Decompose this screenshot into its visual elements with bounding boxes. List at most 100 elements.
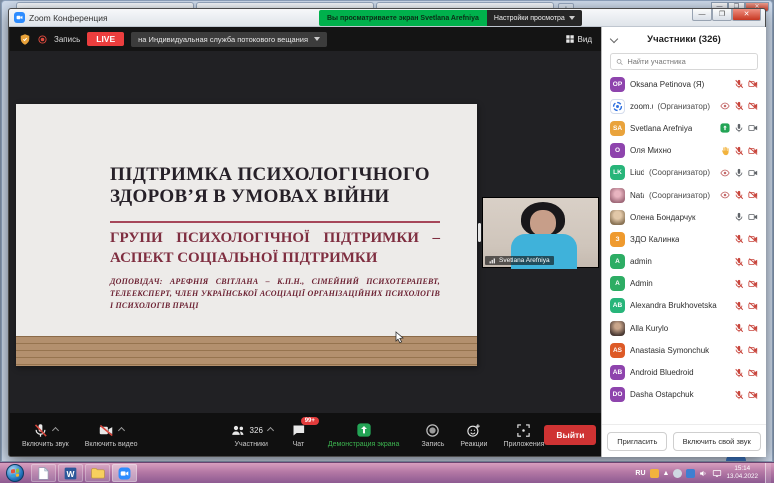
participant-status-icons — [734, 345, 758, 355]
participant-list: OP Oksana Petinova (Я) zoom.umo... (Организ… — [602, 73, 766, 424]
participant-video-tile[interactable]: Svetlana Arefniya — [478, 197, 599, 269]
participant-row[interactable]: AB Android Bluedroid — [602, 361, 766, 383]
participant-avatar: AB — [610, 365, 625, 381]
camera-on-icon — [748, 169, 758, 176]
language-indicator[interactable]: RU — [635, 470, 645, 477]
windows-flag-icon — [11, 468, 19, 478]
participant-row[interactable]: З ЗДО Калинка — [602, 228, 766, 250]
tray-network-icon[interactable] — [686, 468, 696, 478]
mic-muted-icon — [735, 301, 744, 311]
reactions-button[interactable]: Реакции — [460, 422, 487, 448]
unmute-self-button[interactable]: Включить свой звук — [672, 431, 761, 451]
tray-volume-icon[interactable] — [699, 469, 708, 478]
view-label: Вид — [577, 34, 592, 44]
start-button[interactable] — [6, 464, 24, 482]
participant-row[interactable]: DO Dasha Ostapchuk — [602, 384, 766, 406]
chat-button[interactable]: 99+ Чат — [291, 416, 319, 448]
chevron-down-icon — [314, 37, 321, 41]
panel-title: Участники (326) — [647, 34, 721, 45]
taskbar-item-document[interactable] — [31, 464, 56, 482]
participant-name: Natalia P... — [630, 190, 644, 200]
maximize-button[interactable]: ❐ — [712, 9, 732, 21]
leave-button[interactable]: Выйти — [544, 424, 597, 445]
mic-muted-icon — [735, 146, 744, 155]
view-settings-button[interactable]: Настройки просмотра — [486, 10, 582, 26]
participant-row[interactable]: O Оля Михно — [602, 140, 766, 162]
mic-muted-icon — [735, 279, 744, 288]
chat-label: Чат — [292, 440, 305, 448]
camera-off-icon — [748, 102, 758, 110]
video-name-label: Svetlana Arefniya — [485, 256, 554, 265]
camera-off-icon — [748, 146, 758, 155]
zoom-app-icon — [14, 12, 25, 23]
zoom-taskbar-icon — [118, 467, 131, 479]
camera-off-icon — [748, 302, 758, 310]
chevron-up-icon[interactable] — [118, 426, 126, 434]
mic-on-icon — [735, 124, 743, 133]
mic-muted-icon — [735, 79, 744, 89]
tray-hidden-icons-caret[interactable]: ▲ — [663, 470, 670, 477]
tray-clock[interactable]: 15:14 13.04.2022 — [726, 465, 758, 481]
participant-row[interactable]: zoom.umo... (Организатор) — [602, 95, 766, 117]
taskbar-item-zoom[interactable] — [112, 464, 137, 482]
participant-row[interactable]: Aadmin — [602, 251, 766, 273]
tray-display-icon[interactable] — [712, 469, 722, 478]
chevron-up-icon[interactable] — [51, 426, 59, 434]
participant-status-icons — [720, 123, 758, 134]
participant-name: Alla Kurylo — [630, 323, 669, 333]
close-button[interactable]: ✕ — [732, 9, 761, 21]
camera-off-icon — [748, 280, 758, 288]
invite-button[interactable]: Пригласить — [607, 431, 668, 451]
participant-avatar: OP — [610, 76, 625, 92]
show-desktop-button[interactable] — [765, 462, 771, 483]
participant-row[interactable]: AB Alexandra Brukhovetska — [602, 295, 766, 317]
taskbar-item-folder[interactable] — [85, 464, 110, 482]
participant-row[interactable]: Олена Бондарчук — [602, 206, 766, 228]
chat-unread-badge: 99+ — [300, 416, 319, 425]
participant-name: Олена Бондарчук — [630, 212, 696, 222]
participant-name: Alexandra Brukhovetska — [630, 301, 717, 311]
participant-name: Оля Михно — [630, 146, 672, 156]
participant-row[interactable]: Natalia P... (Соорганизатор) — [602, 184, 766, 206]
slide-subtitle: ГРУПИ ПСИХОЛОГІЧНОЇ ПІДТРИМКИ – АСПЕКТ С… — [110, 229, 440, 269]
stream-dropdown[interactable]: на Индивидуальная служба потокового веща… — [131, 31, 328, 47]
video-drag-handle[interactable] — [478, 223, 481, 242]
participant-name: Svetlana Arefniya — [630, 123, 693, 133]
slide-title: ПІДТРИМКА ПСИХОЛОГІЧНОГО ЗДОРОВ’Я В УМОВ… — [110, 164, 430, 208]
participant-row[interactable]: Alla Kurylo — [602, 317, 766, 339]
mic-on-icon — [735, 168, 743, 178]
share-banner: Вы просматриваете экран Svetlana Arefniy… — [319, 10, 487, 26]
participant-row[interactable]: AS Anastasia Symonchuk — [602, 339, 766, 361]
share-screen-button[interactable]: Демонстрация экрана — [328, 422, 399, 448]
taskbar-item-word[interactable]: W — [58, 464, 83, 482]
minimize-button[interactable]: — — [692, 9, 712, 21]
participant-row[interactable]: A Admin — [602, 273, 766, 295]
mic-muted-icon — [735, 346, 744, 355]
participant-row[interactable]: OP Oksana Petinova (Я) — [602, 73, 766, 95]
record-button[interactable]: Запись — [421, 422, 444, 448]
view-button[interactable]: Вид — [565, 34, 592, 44]
viewing-share-eye-icon — [720, 102, 730, 110]
participant-row[interactable]: LK Liudmyla... (Соорганизатор) — [602, 162, 766, 184]
participant-avatar: SA — [610, 120, 625, 136]
people-icon — [231, 425, 243, 435]
participant-status-icons — [734, 279, 758, 289]
security-shield-icon[interactable] — [19, 33, 31, 46]
view-settings-label: Настройки просмотра — [493, 14, 565, 22]
tray-status-icon[interactable] — [673, 468, 683, 478]
panel-collapse-chevron-icon[interactable] — [609, 34, 619, 44]
apps-button[interactable]: Приложения — [503, 422, 544, 448]
share-screen-icon — [357, 423, 371, 437]
video-button[interactable]: Включить видео — [85, 422, 138, 448]
search-input[interactable] — [627, 57, 752, 66]
participant-avatar-photo — [610, 187, 625, 203]
tray-app-icon[interactable] — [649, 468, 659, 478]
participant-avatar: З — [610, 231, 625, 247]
participant-avatar: LK — [610, 165, 625, 181]
participant-row[interactable]: SA Svetlana Arefniya — [602, 117, 766, 139]
word-icon: W — [64, 467, 77, 479]
search-box[interactable] — [610, 53, 758, 70]
participants-button[interactable]: 326 Участники — [230, 422, 274, 448]
chevron-up-icon[interactable] — [266, 426, 274, 434]
mute-button[interactable]: Включить звук — [22, 422, 69, 448]
